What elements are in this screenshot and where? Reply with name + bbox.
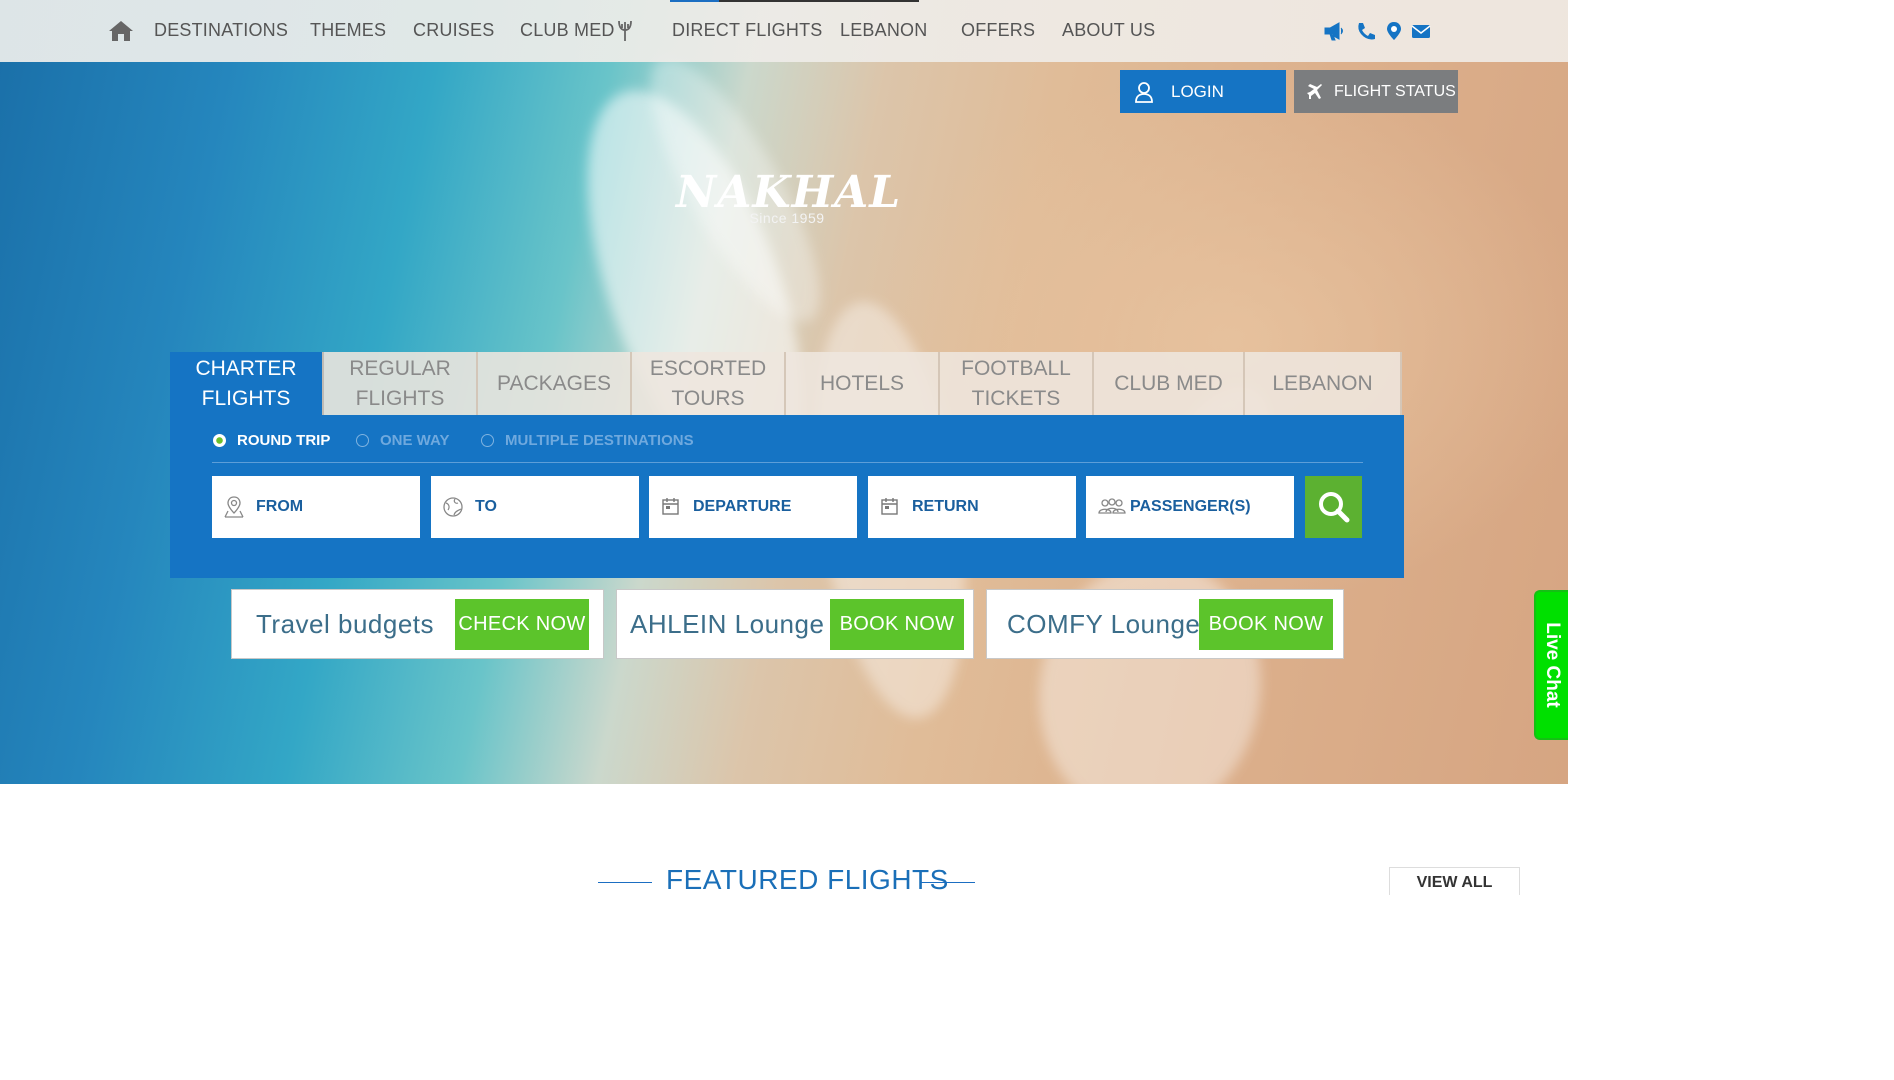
club-med-trident-icon [618,20,632,41]
featured-left-rule [598,882,652,883]
featured-flights-title: FEATURED FLIGHTS [666,864,949,895]
login-label: LOGIN [1171,81,1224,101]
user-icon [1135,81,1153,103]
search-icon [1318,492,1349,523]
tab-hotels[interactable]: HOTELS [786,352,940,416]
tab-label: ESCORTED TOURS [650,354,766,414]
tab-label-line: ESCORTED [649,357,767,380]
one-way-label: ONE WAY [380,432,450,449]
tab-label-line: LEBANON [1272,372,1373,395]
featured-right-rule [921,882,975,883]
nav-item-lebanon[interactable]: LEBANON [840,20,927,41]
tab-label-line: REGULAR [349,357,451,380]
tab-football-tickets[interactable]: FOOTBALL TICKETS [940,352,1094,416]
from-field[interactable]: FROM [212,476,420,538]
nav-item-themes[interactable]: THEMES [310,20,386,41]
nav-item-club-med[interactable]: CLUB MED [520,20,615,41]
tab-label-line: FOOTBALL [961,357,1071,380]
flight-status-label: FLIGHT STATUS [1334,82,1456,100]
panel-divider [212,462,1363,463]
promo-text: AHLEIN Lounge [630,608,825,639]
radio-dot [481,434,494,447]
active-indicator-line [719,0,919,2]
tab-label-line: CLUB MED [1114,372,1223,395]
globe-icon [443,497,463,517]
tab-label-line: FLIGHTS [355,387,445,410]
airplane-icon [1307,83,1322,99]
tab-label: PACKAGES [497,369,611,399]
people-icon [1098,498,1126,514]
return-label: RETURN [912,498,979,515]
top-navigation: DESTINATIONS THEMES CRUISES CLUB MED DIR… [0,0,1568,62]
tab-club-med[interactable]: CLUB MED [1094,352,1245,416]
return-field[interactable]: RETURN [868,476,1076,538]
tab-label-line: TICKETS [971,387,1061,410]
nav-item-direct-flights[interactable]: DIRECT FLIGHTS [672,20,822,41]
flight-status-button[interactable]: FLIGHT STATUS [1294,70,1458,113]
promo-text: COMFY Lounge [1007,608,1201,639]
map-pin-icon [224,496,244,518]
book-now-button[interactable]: BOOK NOW [830,599,964,650]
promo-ahlein-lounge: AHLEIN Lounge BOOK NOW [616,589,974,659]
to-field[interactable]: TO [431,476,639,538]
tab-label: HOTELS [820,369,904,399]
nav-item-about-us[interactable]: ABOUT US [1062,20,1155,41]
promo-text: Travel budgets [256,608,435,639]
radio-selected-dot [213,434,226,447]
radio-multiple-destinations[interactable]: MULTIPLE DESTINATIONS [481,432,694,449]
calendar-icon [881,498,898,515]
login-button[interactable]: LOGIN [1120,70,1286,113]
tab-escorted-tours[interactable]: ESCORTED TOURS [632,352,786,416]
tab-label: CHARTER FLIGHTS [195,354,296,414]
promo-travel-budgets: Travel budgets CHECK NOW [231,589,604,659]
check-now-button[interactable]: CHECK NOW [455,599,589,650]
departure-field[interactable]: DEPARTURE [649,476,857,538]
tab-label: CLUB MED [1114,369,1223,399]
megaphone-icon[interactable] [1323,21,1345,41]
multiple-destinations-label: MULTIPLE DESTINATIONS [505,432,694,449]
round-trip-label: ROUND TRIP [237,432,331,449]
active-indicator [670,0,719,2]
tab-label: REGULAR FLIGHTS [349,354,451,414]
nakhal-logo: NAKHAL Since 1959 [676,168,900,227]
radio-dot [356,434,369,447]
search-tabs: CHARTER FLIGHTS REGULAR FLIGHTS PACKAGES ESCO… [170,352,1402,416]
nav-item-offers[interactable]: OFFERS [961,20,1035,41]
search-button[interactable] [1305,476,1362,538]
home-icon[interactable] [108,20,134,42]
tab-label-line: FLIGHTS [201,387,291,410]
radio-one-way[interactable]: ONE WAY [356,432,449,449]
nav-item-destinations[interactable]: DESTINATIONS [154,20,288,41]
location-pin-icon[interactable] [1383,21,1405,41]
live-chat-tab[interactable]: Live Chat [1534,590,1568,740]
nav-item-cruises[interactable]: CRUISES [413,20,494,41]
tab-lebanon[interactable]: LEBANON [1245,352,1402,416]
tab-label-line: TOURS [671,387,745,410]
passengers-field[interactable]: PASSENGER(S) [1086,476,1294,538]
calendar-icon [662,498,679,515]
radio-round-trip[interactable]: ROUND TRIP [213,432,330,449]
tab-regular-flights[interactable]: REGULAR FLIGHTS [324,352,478,416]
passengers-label: PASSENGER(S) [1130,498,1251,515]
live-chat-label: Live Chat [1542,622,1563,708]
tab-label-line: CHARTER [195,357,297,380]
from-label: FROM [256,498,304,515]
phone-icon[interactable] [1355,21,1377,41]
tab-label-line: HOTELS [819,372,905,395]
to-label: TO [475,498,497,515]
tab-packages[interactable]: PACKAGES [478,352,632,416]
tab-charter-flights[interactable]: CHARTER FLIGHTS [170,352,324,416]
departure-label: DEPARTURE [693,498,792,515]
view-all-button[interactable]: VIEW ALL [1389,867,1520,895]
promo-comfy-lounge: COMFY Lounge BOOK NOW [986,589,1344,659]
tab-label-line: PACKAGES [497,372,611,395]
tab-label: FOOTBALL TICKETS [961,354,1071,414]
tab-label: LEBANON [1272,369,1372,399]
envelope-icon[interactable] [1410,21,1432,41]
book-now-button[interactable]: BOOK NOW [1199,599,1333,650]
